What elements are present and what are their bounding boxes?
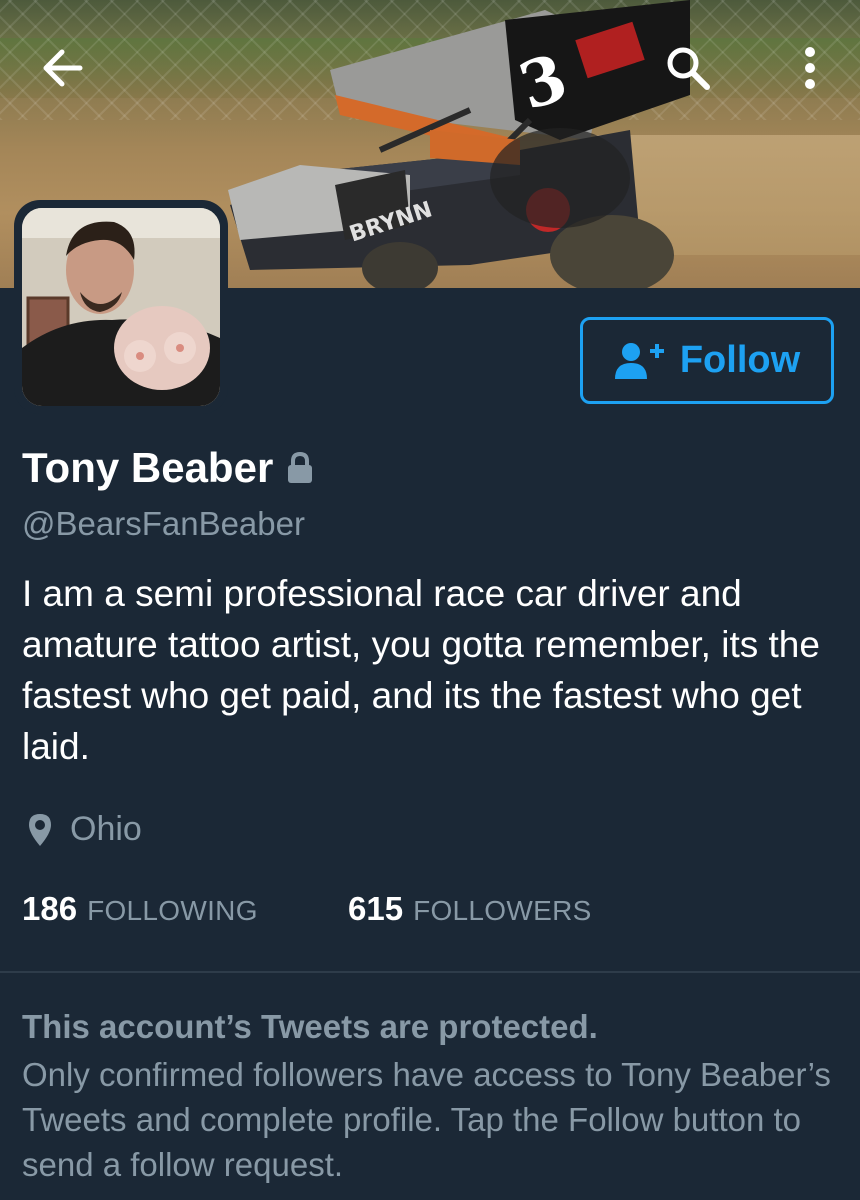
add-user-icon bbox=[614, 342, 664, 379]
follow-button-label: Follow bbox=[679, 339, 801, 381]
avatar[interactable] bbox=[14, 200, 228, 414]
followers-stat[interactable]: 615 FOLLOWERS bbox=[348, 890, 592, 928]
follow-button[interactable]: Follow bbox=[580, 317, 834, 404]
avatar-image bbox=[22, 208, 220, 406]
profile-name-row: Tony Beaber bbox=[22, 444, 313, 492]
lock-icon bbox=[288, 452, 313, 483]
more-options-button[interactable] bbox=[782, 40, 838, 96]
following-count: 186 bbox=[22, 890, 78, 927]
avatar-photo bbox=[22, 208, 220, 406]
profile-stats: 186 FOLLOWING 615 FOLLOWERS bbox=[22, 890, 842, 934]
following-label: FOLLOWING bbox=[87, 895, 258, 926]
back-button[interactable] bbox=[34, 40, 90, 96]
profile-name: Tony Beaber bbox=[22, 444, 274, 491]
more-vertical-icon bbox=[805, 47, 815, 89]
profile-handle: @BearsFanBeaber bbox=[22, 505, 305, 542]
protected-notice-body: Only confirmed followers have access to … bbox=[22, 1056, 831, 1183]
location-pin-icon bbox=[29, 813, 51, 846]
profile-page: 3 BRYNN Follow Tony Beaber @BearsFanBeab… bbox=[0, 0, 860, 1200]
search-button[interactable] bbox=[660, 40, 716, 96]
following-stat[interactable]: 186 FOLLOWING bbox=[22, 890, 258, 928]
profile-location: Ohio bbox=[28, 810, 142, 849]
location-text: Ohio bbox=[70, 810, 142, 848]
followers-label: FOLLOWERS bbox=[413, 895, 592, 926]
profile-bio: I am a semi professional race car driver… bbox=[22, 573, 820, 767]
arrow-left-icon bbox=[43, 49, 83, 87]
followers-count: 615 bbox=[348, 890, 404, 927]
search-icon bbox=[667, 47, 710, 90]
section-divider bbox=[0, 971, 860, 973]
protected-notice-title: This account’s Tweets are protected. bbox=[22, 1008, 598, 1045]
